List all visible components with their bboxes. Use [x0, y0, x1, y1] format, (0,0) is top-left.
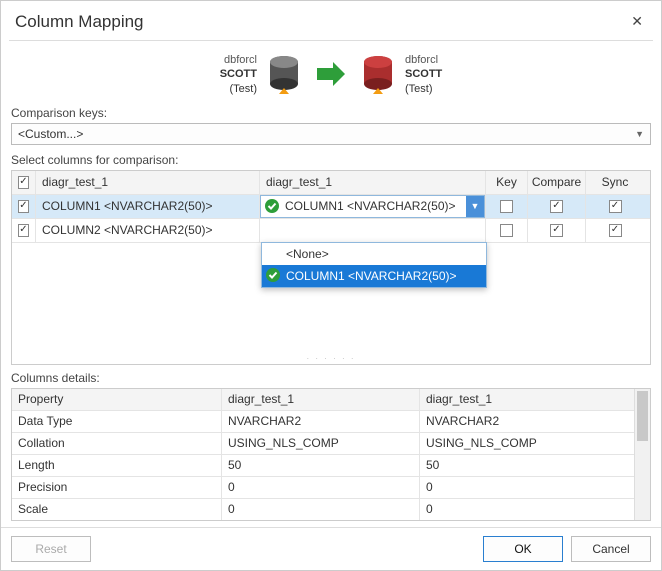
- key-checkbox[interactable]: [500, 224, 513, 237]
- right-schema-name: SCOTT: [405, 67, 442, 81]
- header-sync[interactable]: Sync: [586, 171, 644, 194]
- comparison-keys-value: <Custom...>: [18, 127, 83, 141]
- details-header-left[interactable]: diagr_test_1: [222, 389, 420, 410]
- details-label: Columns details:: [1, 371, 661, 388]
- option-label: COLUMN1 <NVARCHAR2(50)>: [286, 269, 457, 283]
- sync-checkbox[interactable]: [609, 224, 622, 237]
- columns-grid: diagr_test_1 diagr_test_1 Key Compare Sy…: [11, 170, 651, 365]
- check-circle-icon: [265, 199, 279, 213]
- key-checkbox[interactable]: [500, 200, 513, 213]
- schema-diagram: dbforcl SCOTT (Test): [1, 49, 661, 106]
- prop-name: Length: [12, 455, 222, 476]
- sync-checkbox[interactable]: [609, 200, 622, 213]
- chevron-down-icon[interactable]: ▼: [466, 196, 484, 217]
- scrollbar[interactable]: [634, 389, 650, 520]
- prop-left: 0: [222, 499, 420, 520]
- header-left[interactable]: diagr_test_1: [36, 171, 260, 194]
- cancel-button[interactable]: Cancel: [571, 536, 651, 562]
- comparison-keys-label: Comparison keys:: [1, 106, 661, 123]
- header-right[interactable]: diagr_test_1: [260, 171, 486, 194]
- prop-left: 0: [222, 477, 420, 498]
- row-left-column: COLUMN2 <NVARCHAR2(50)>: [36, 219, 260, 242]
- details-grid: Property diagr_test_1 diagr_test_1 Data …: [11, 388, 651, 521]
- prop-right: 0: [420, 499, 634, 520]
- option-label: <None>: [286, 247, 329, 261]
- prop-left: NVARCHAR2: [222, 411, 420, 432]
- dropdown-option[interactable]: COLUMN1 <NVARCHAR2(50)>: [262, 265, 486, 287]
- dropdown-option[interactable]: <None>: [262, 243, 486, 265]
- check-circle-icon: [266, 268, 280, 285]
- close-button[interactable]: ✕: [627, 11, 647, 32]
- prop-left: 50: [222, 455, 420, 476]
- column-dropdown-list[interactable]: <None> COLUMN1 <NVARCHAR2(50)>: [261, 242, 487, 288]
- header-checkbox[interactable]: [12, 171, 36, 194]
- compare-checkbox[interactable]: [550, 224, 563, 237]
- database-icon: [267, 54, 301, 94]
- row-right-column[interactable]: [260, 219, 486, 242]
- prop-right: 50: [420, 455, 634, 476]
- details-header-property[interactable]: Property: [12, 389, 222, 410]
- arrow-icon: [315, 62, 347, 86]
- select-columns-label: Select columns for comparison:: [1, 153, 661, 170]
- row-checkbox[interactable]: [18, 224, 29, 237]
- prop-right: NVARCHAR2: [420, 411, 634, 432]
- compare-checkbox[interactable]: [550, 200, 563, 213]
- prop-left: USING_NLS_COMP: [222, 433, 420, 454]
- prop-name: Scale: [12, 499, 222, 520]
- left-schema-name: SCOTT: [220, 67, 257, 81]
- chevron-down-icon: ▼: [635, 129, 644, 139]
- ok-button[interactable]: OK: [483, 536, 563, 562]
- dialog-title: Column Mapping: [15, 12, 144, 32]
- reset-button[interactable]: Reset: [11, 536, 91, 562]
- left-conn-label: dbforcl: [220, 53, 257, 67]
- table-row[interactable]: COLUMN1 <NVARCHAR2(50)> COLUMN1 <NVARCHA…: [12, 195, 650, 219]
- prop-right: 0: [420, 477, 634, 498]
- prop-name: Data Type: [12, 411, 222, 432]
- splitter-handle[interactable]: · · · · · ·: [12, 353, 650, 364]
- database-icon: [361, 54, 395, 94]
- comparison-keys-dropdown[interactable]: <Custom...> ▼: [11, 123, 651, 145]
- left-env-label: (Test): [220, 82, 257, 96]
- right-env-label: (Test): [405, 82, 442, 96]
- prop-right: USING_NLS_COMP: [420, 433, 634, 454]
- row-checkbox[interactable]: [18, 200, 29, 213]
- row-right-column-dropdown[interactable]: COLUMN1 <NVARCHAR2(50)> ▼: [260, 195, 485, 218]
- prop-name: Collation: [12, 433, 222, 454]
- row-left-column: COLUMN1 <NVARCHAR2(50)>: [36, 195, 260, 218]
- right-conn-label: dbforcl: [405, 53, 442, 67]
- dropdown-value: COLUMN1 <NVARCHAR2(50)>: [283, 199, 466, 213]
- prop-name: Precision: [12, 477, 222, 498]
- details-header-right[interactable]: diagr_test_1: [420, 389, 634, 410]
- table-row[interactable]: COLUMN2 <NVARCHAR2(50)>: [12, 219, 650, 243]
- header-compare[interactable]: Compare: [528, 171, 586, 194]
- header-key[interactable]: Key: [486, 171, 528, 194]
